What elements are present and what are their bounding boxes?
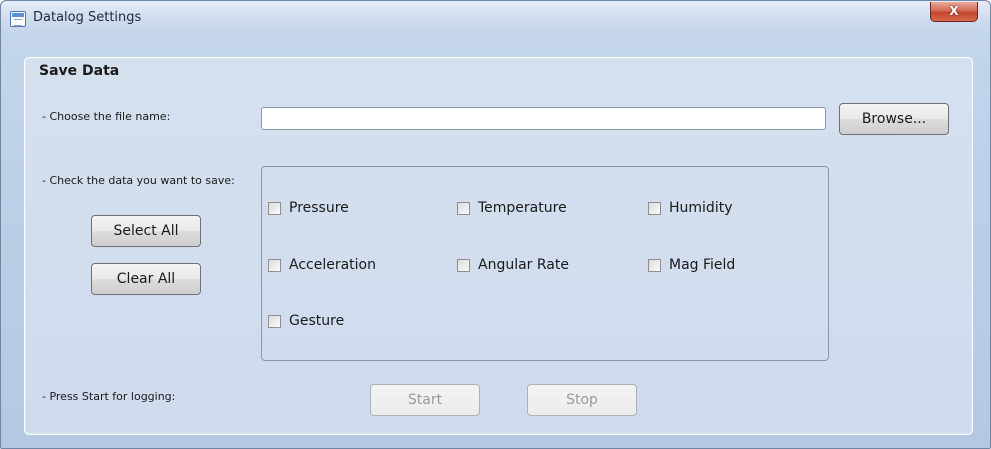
checkbox-label: Temperature — [478, 200, 567, 216]
humidity-checkbox[interactable]: Humidity — [648, 200, 732, 216]
angular-rate-checkbox[interactable]: Angular Rate — [457, 257, 569, 273]
close-icon: X — [949, 4, 959, 18]
mag-field-checkbox[interactable]: Mag Field — [648, 257, 735, 273]
clear-all-button[interactable]: Clear All — [91, 263, 201, 295]
checkbox-box[interactable] — [648, 201, 661, 215]
logging-label: - Press Start for logging: — [42, 390, 176, 403]
checkbox-label: Mag Field — [669, 257, 736, 273]
start-button[interactable]: Start — [370, 384, 480, 416]
checkbox-box[interactable] — [268, 314, 281, 328]
acceleration-checkbox[interactable]: Acceleration — [268, 257, 376, 273]
checkbox-label: Acceleration — [289, 257, 376, 273]
checkbox-box[interactable] — [648, 258, 661, 272]
window-title: Datalog Settings — [33, 10, 142, 25]
temperature-checkbox[interactable]: Temperature — [457, 200, 567, 216]
select-data-label: - Check the data you want to save: — [42, 174, 235, 187]
select-all-button[interactable]: Select All — [91, 215, 201, 247]
title-bar[interactable]: Datalog Settings X — [1, 1, 990, 37]
app-window-icon — [10, 11, 26, 27]
checkbox-label: Pressure — [289, 200, 349, 216]
stop-button[interactable]: Stop — [527, 384, 637, 416]
checkbox-box[interactable] — [457, 201, 470, 215]
checkbox-box[interactable] — [268, 201, 281, 215]
file-name-label: - Choose the file name: — [42, 110, 171, 123]
checkbox-label: Humidity — [669, 200, 733, 216]
group-title: Save Data — [39, 63, 120, 79]
checkbox-box[interactable] — [268, 258, 281, 272]
checkbox-box[interactable] — [457, 258, 470, 272]
file-name-input[interactable] — [261, 107, 826, 130]
checkbox-label: Gesture — [289, 313, 345, 329]
browse-button[interactable]: Browse... — [839, 103, 949, 135]
pressure-checkbox[interactable]: Pressure — [268, 200, 349, 216]
gesture-checkbox[interactable]: Gesture — [268, 313, 344, 329]
close-button[interactable]: X — [930, 2, 978, 22]
checkbox-label: Angular Rate — [478, 257, 569, 273]
